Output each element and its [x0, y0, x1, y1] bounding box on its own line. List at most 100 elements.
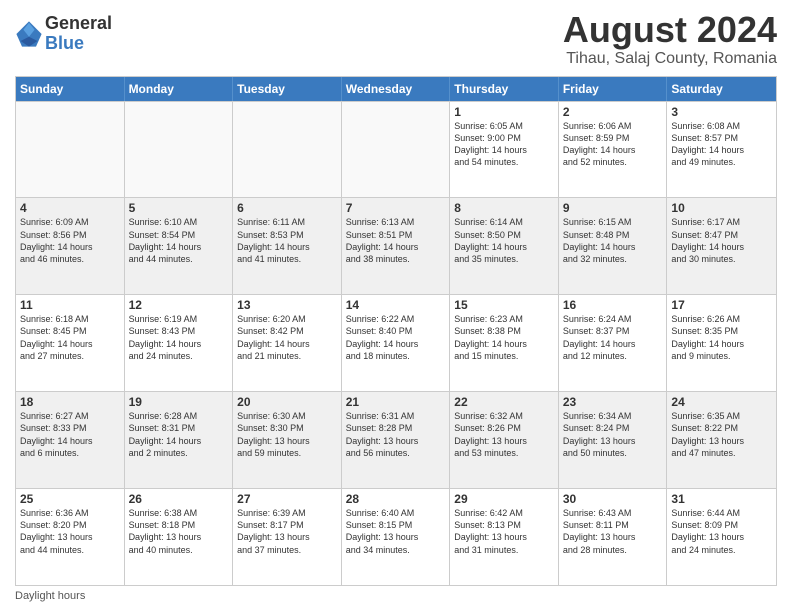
header-day-wednesday: Wednesday [342, 77, 451, 101]
day-number: 23 [563, 395, 663, 409]
day-number: 31 [671, 492, 772, 506]
cell-content: Sunrise: 6:10 AM Sunset: 8:54 PM Dayligh… [129, 217, 202, 263]
calendar-cell: 14Sunrise: 6:22 AM Sunset: 8:40 PM Dayli… [342, 295, 451, 391]
calendar-cell: 21 Sunrise: 6:31 AM Sunset: 8:28 PM Dayli… [342, 392, 451, 488]
calendar-cell: 28 Sunrise: 6:40 AM Sunset: 8:15 PM Dayli… [342, 489, 451, 585]
calendar-cell: 10 Sunrise: 6:17 AM Sunset: 8:47 PM Dayli… [667, 198, 776, 294]
day-number: 7 [346, 201, 446, 215]
page: General Blue August 2024 Tihau, Salaj Co… [0, 0, 792, 612]
day-number: 5 [129, 201, 229, 215]
calendar-week-3: 11 Sunrise: 6:18 AM Sunset: 8:45 PM Dayli… [16, 294, 776, 391]
calendar-header: SundayMondayTuesdayWednesdayThursdayFrid… [16, 77, 776, 101]
day-number: 2 [563, 105, 663, 119]
subtitle: Tihau, Salaj County, Romania [563, 50, 777, 68]
calendar-week-5: 25Sunrise: 6:36 AM Sunset: 8:20 PM Dayli… [16, 488, 776, 585]
day-number: 9 [563, 201, 663, 215]
cell-content: Sunrise: 6:09 AM Sunset: 8:56 PM Dayligh… [20, 217, 93, 263]
cell-content: Sunrise: 6:14 AM Sunset: 8:50 PM Dayligh… [454, 217, 527, 263]
cell-content: Sunrise: 6:44 AM Sunset: 8:09 PM Dayligh… [671, 508, 744, 554]
logo-icon [15, 20, 43, 48]
calendar-cell: 19Sunrise: 6:28 AM Sunset: 8:31 PM Dayli… [125, 392, 234, 488]
calendar-cell: 17Sunrise: 6:26 AM Sunset: 8:35 PM Dayli… [667, 295, 776, 391]
cell-content: Sunrise: 6:05 AM Sunset: 9:00 PM Dayligh… [454, 121, 527, 167]
day-number: 28 [346, 492, 446, 506]
calendar-cell [16, 102, 125, 198]
day-number: 11 [20, 298, 120, 312]
calendar-cell: 6 Sunrise: 6:11 AM Sunset: 8:53 PM Daylig… [233, 198, 342, 294]
day-number: 29 [454, 492, 554, 506]
calendar-cell: 13Sunrise: 6:20 AM Sunset: 8:42 PM Dayli… [233, 295, 342, 391]
calendar-cell: 15 Sunrise: 6:23 AM Sunset: 8:38 PM Dayli… [450, 295, 559, 391]
main-title: August 2024 [563, 10, 777, 50]
cell-content: Sunrise: 6:40 AM Sunset: 8:15 PM Dayligh… [346, 508, 419, 554]
cell-content: Sunrise: 6:13 AM Sunset: 8:51 PM Dayligh… [346, 217, 419, 263]
calendar-cell [342, 102, 451, 198]
calendar-cell: 20Sunrise: 6:30 AM Sunset: 8:30 PM Dayli… [233, 392, 342, 488]
cell-content: Sunrise: 6:43 AM Sunset: 8:11 PM Dayligh… [563, 508, 636, 554]
header-day-sunday: Sunday [16, 77, 125, 101]
header-day-friday: Friday [559, 77, 668, 101]
day-number: 25 [20, 492, 120, 506]
calendar-cell [125, 102, 234, 198]
calendar-cell: 7 Sunrise: 6:13 AM Sunset: 8:51 PM Daylig… [342, 198, 451, 294]
calendar-week-2: 4 Sunrise: 6:09 AM Sunset: 8:56 PM Daylig… [16, 197, 776, 294]
day-number: 3 [671, 105, 772, 119]
calendar-cell: 11 Sunrise: 6:18 AM Sunset: 8:45 PM Dayli… [16, 295, 125, 391]
cell-content: Sunrise: 6:27 AM Sunset: 8:33 PM Dayligh… [20, 411, 93, 457]
header-day-thursday: Thursday [450, 77, 559, 101]
cell-content: Sunrise: 6:20 AM Sunset: 8:42 PM Dayligh… [237, 314, 310, 360]
day-number: 6 [237, 201, 337, 215]
calendar-cell: 1 Sunrise: 6:05 AM Sunset: 9:00 PM Daylig… [450, 102, 559, 198]
calendar-cell: 4 Sunrise: 6:09 AM Sunset: 8:56 PM Daylig… [16, 198, 125, 294]
day-number: 21 [346, 395, 446, 409]
cell-content: Sunrise: 6:06 AM Sunset: 8:59 PM Dayligh… [563, 121, 636, 167]
calendar-week-4: 18 Sunrise: 6:27 AM Sunset: 8:33 PM Dayli… [16, 391, 776, 488]
calendar-cell: 27Sunrise: 6:39 AM Sunset: 8:17 PM Dayli… [233, 489, 342, 585]
calendar-cell: 9 Sunrise: 6:15 AM Sunset: 8:48 PM Daylig… [559, 198, 668, 294]
cell-content: Sunrise: 6:15 AM Sunset: 8:48 PM Dayligh… [563, 217, 636, 263]
day-number: 15 [454, 298, 554, 312]
cell-content: Sunrise: 6:31 AM Sunset: 8:28 PM Dayligh… [346, 411, 419, 457]
calendar-cell: 2 Sunrise: 6:06 AM Sunset: 8:59 PM Daylig… [559, 102, 668, 198]
day-number: 16 [563, 298, 663, 312]
cell-content: Sunrise: 6:23 AM Sunset: 8:38 PM Dayligh… [454, 314, 527, 360]
day-number: 22 [454, 395, 554, 409]
calendar-cell: 25Sunrise: 6:36 AM Sunset: 8:20 PM Dayli… [16, 489, 125, 585]
calendar-cell: 31 Sunrise: 6:44 AM Sunset: 8:09 PM Dayli… [667, 489, 776, 585]
cell-content: Sunrise: 6:39 AM Sunset: 8:17 PM Dayligh… [237, 508, 310, 554]
cell-content: Sunrise: 6:19 AM Sunset: 8:43 PM Dayligh… [129, 314, 202, 360]
header-day-tuesday: Tuesday [233, 77, 342, 101]
calendar: SundayMondayTuesdayWednesdayThursdayFrid… [15, 76, 777, 586]
calendar-cell: 26Sunrise: 6:38 AM Sunset: 8:18 PM Dayli… [125, 489, 234, 585]
cell-content: Sunrise: 6:18 AM Sunset: 8:45 PM Dayligh… [20, 314, 93, 360]
calendar-cell: 8 Sunrise: 6:14 AM Sunset: 8:50 PM Daylig… [450, 198, 559, 294]
calendar-week-1: 1 Sunrise: 6:05 AM Sunset: 9:00 PM Daylig… [16, 101, 776, 198]
header-day-monday: Monday [125, 77, 234, 101]
day-number: 30 [563, 492, 663, 506]
day-number: 1 [454, 105, 554, 119]
cell-content: Sunrise: 6:17 AM Sunset: 8:47 PM Dayligh… [671, 217, 744, 263]
cell-content: Sunrise: 6:11 AM Sunset: 8:53 PM Dayligh… [237, 217, 310, 263]
title-block: August 2024 Tihau, Salaj County, Romania [563, 10, 777, 68]
day-number: 19 [129, 395, 229, 409]
day-number: 17 [671, 298, 772, 312]
header: General Blue August 2024 Tihau, Salaj Co… [15, 10, 777, 68]
cell-content: Sunrise: 6:42 AM Sunset: 8:13 PM Dayligh… [454, 508, 527, 554]
day-number: 18 [20, 395, 120, 409]
cell-content: Sunrise: 6:34 AM Sunset: 8:24 PM Dayligh… [563, 411, 636, 457]
day-number: 8 [454, 201, 554, 215]
cell-content: Sunrise: 6:38 AM Sunset: 8:18 PM Dayligh… [129, 508, 202, 554]
day-number: 24 [671, 395, 772, 409]
day-number: 10 [671, 201, 772, 215]
calendar-cell: 5 Sunrise: 6:10 AM Sunset: 8:54 PM Daylig… [125, 198, 234, 294]
cell-content: Sunrise: 6:08 AM Sunset: 8:57 PM Dayligh… [671, 121, 744, 167]
cell-content: Sunrise: 6:22 AM Sunset: 8:40 PM Dayligh… [346, 314, 419, 360]
calendar-cell [233, 102, 342, 198]
cell-content: Sunrise: 6:32 AM Sunset: 8:26 PM Dayligh… [454, 411, 527, 457]
calendar-cell: 30 Sunrise: 6:43 AM Sunset: 8:11 PM Dayli… [559, 489, 668, 585]
calendar-body: 1 Sunrise: 6:05 AM Sunset: 9:00 PM Daylig… [16, 101, 776, 585]
day-number: 4 [20, 201, 120, 215]
cell-content: Sunrise: 6:24 AM Sunset: 8:37 PM Dayligh… [563, 314, 636, 360]
calendar-cell: 18 Sunrise: 6:27 AM Sunset: 8:33 PM Dayli… [16, 392, 125, 488]
calendar-cell: 22 Sunrise: 6:32 AM Sunset: 8:26 PM Dayli… [450, 392, 559, 488]
